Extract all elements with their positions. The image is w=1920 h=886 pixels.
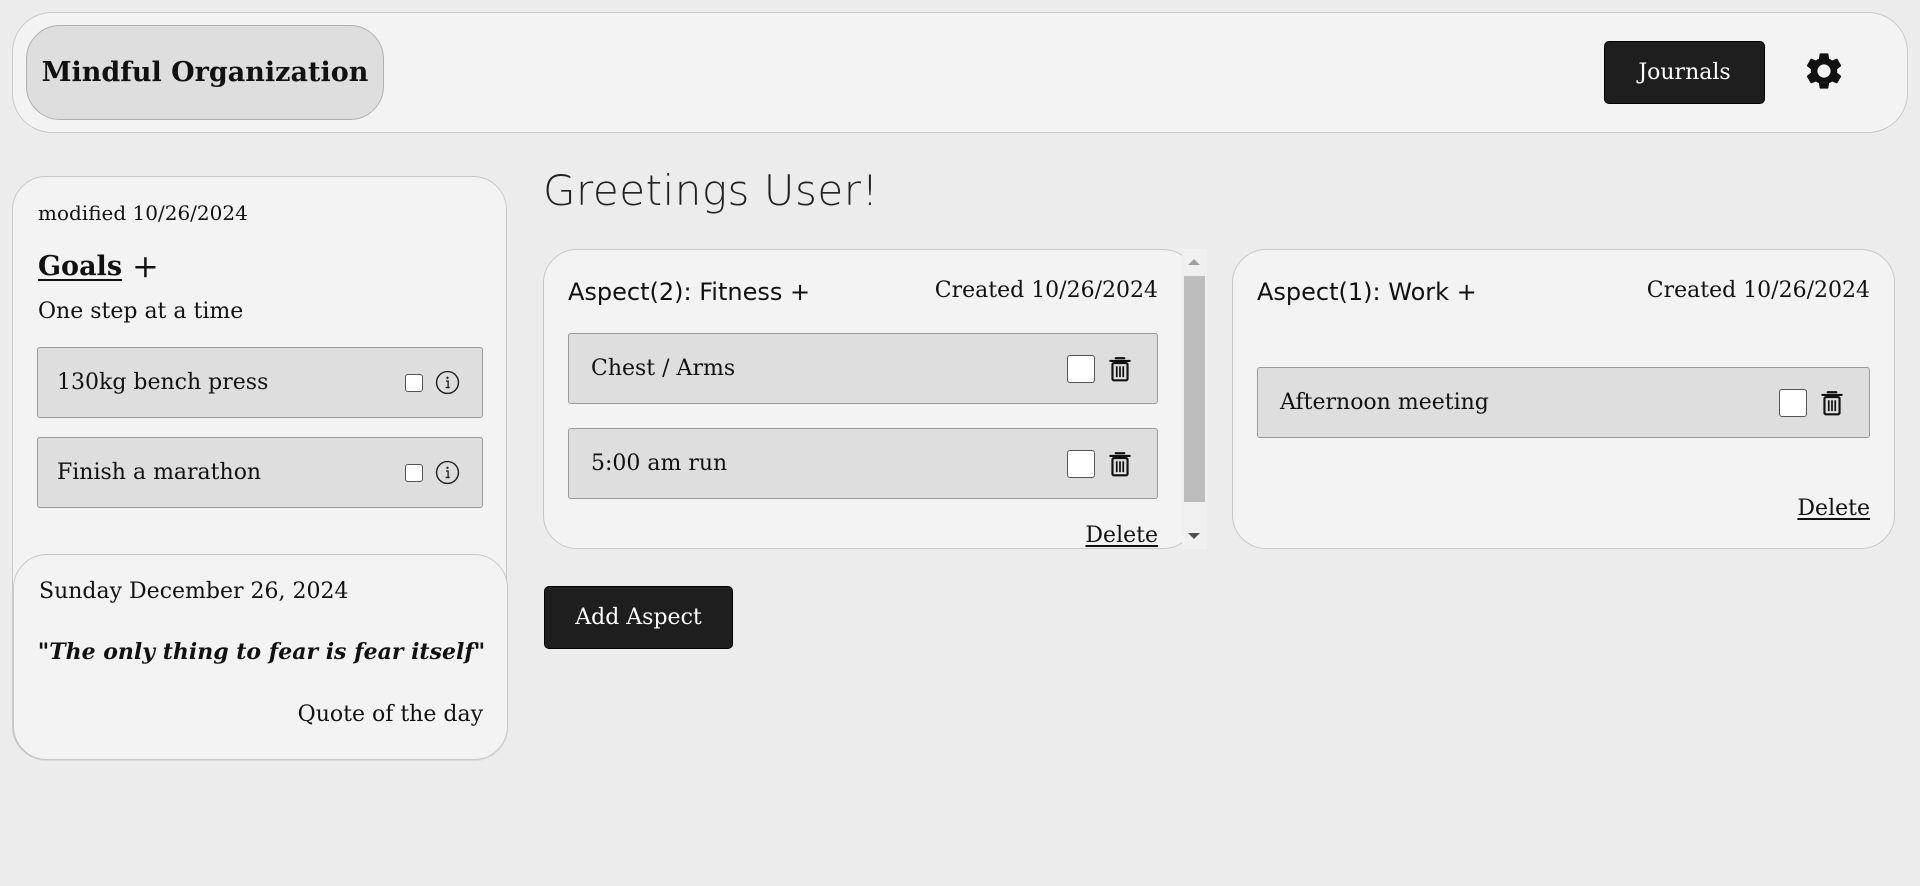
- aspect-title[interactable]: Aspect(2): Fitness +: [568, 278, 810, 306]
- task-label: Chest / Arms: [591, 356, 736, 381]
- goals-title-link[interactable]: Goals: [38, 251, 122, 282]
- task-item: 5:00 am run: [568, 428, 1158, 499]
- aspect-created-date: Created 10/26/2024: [934, 278, 1158, 303]
- task-label: Afternoon meeting: [1280, 390, 1489, 415]
- info-icon[interactable]: [435, 460, 460, 485]
- quote-text: "The only thing to fear is fear itself": [37, 639, 486, 665]
- aspect-card-fitness: Aspect(2): Fitness + Created 10/26/2024 …: [543, 249, 1197, 549]
- gear-icon[interactable]: [1802, 49, 1846, 93]
- quote-card: Sunday December 26, 2024 "The only thing…: [13, 554, 508, 760]
- goals-modified-date: modified 10/26/2024: [38, 201, 248, 225]
- goal-item: 130kg bench press: [37, 347, 483, 418]
- task-label: 5:00 am run: [591, 451, 728, 476]
- info-icon[interactable]: [435, 370, 460, 395]
- trash-icon[interactable]: [1819, 389, 1845, 417]
- trash-icon[interactable]: [1107, 355, 1133, 383]
- scroll-up-arrow-icon[interactable]: [1188, 259, 1200, 265]
- goal-label: 130kg bench press: [57, 370, 269, 395]
- quote-label: Quote of the day: [297, 702, 483, 727]
- aspect-title[interactable]: Aspect(1): Work +: [1257, 278, 1477, 306]
- goal-checkbox[interactable]: [405, 373, 423, 392]
- trash-icon[interactable]: [1107, 450, 1133, 478]
- aspect-scrollbar[interactable]: [1182, 249, 1207, 549]
- top-header: Mindful Organization Journals: [12, 12, 1908, 133]
- task-item: Chest / Arms: [568, 333, 1158, 404]
- scroll-thumb[interactable]: [1184, 276, 1205, 502]
- task-checkbox[interactable]: [1067, 354, 1095, 383]
- goals-motto: One step at a time: [38, 299, 244, 324]
- task-item: Afternoon meeting: [1257, 367, 1870, 438]
- greeting-heading: Greetings User!: [543, 166, 879, 215]
- task-checkbox[interactable]: [1779, 388, 1807, 417]
- scroll-down-arrow-icon[interactable]: [1188, 533, 1200, 539]
- brand-title[interactable]: Mindful Organization: [26, 25, 384, 120]
- aspect-card-work: Aspect(1): Work + Created 10/26/2024 Aft…: [1232, 249, 1895, 549]
- task-checkbox[interactable]: [1067, 449, 1095, 478]
- journals-button[interactable]: Journals: [1604, 41, 1765, 104]
- goal-label: Finish a marathon: [57, 460, 262, 485]
- goals-panel: modified 10/26/2024 Goals + One step at …: [12, 176, 508, 760]
- add-aspect-button[interactable]: Add Aspect: [544, 586, 733, 649]
- aspect-created-date: Created 10/26/2024: [1646, 278, 1870, 303]
- goals-heading: Goals +: [38, 247, 159, 285]
- quote-date: Sunday December 26, 2024: [39, 579, 349, 604]
- add-goal-button[interactable]: +: [132, 247, 159, 285]
- goal-checkbox[interactable]: [405, 463, 423, 482]
- delete-aspect-link[interactable]: Delete: [1085, 523, 1158, 548]
- goal-item: Finish a marathon: [37, 437, 483, 508]
- delete-aspect-link[interactable]: Delete: [1797, 496, 1870, 521]
